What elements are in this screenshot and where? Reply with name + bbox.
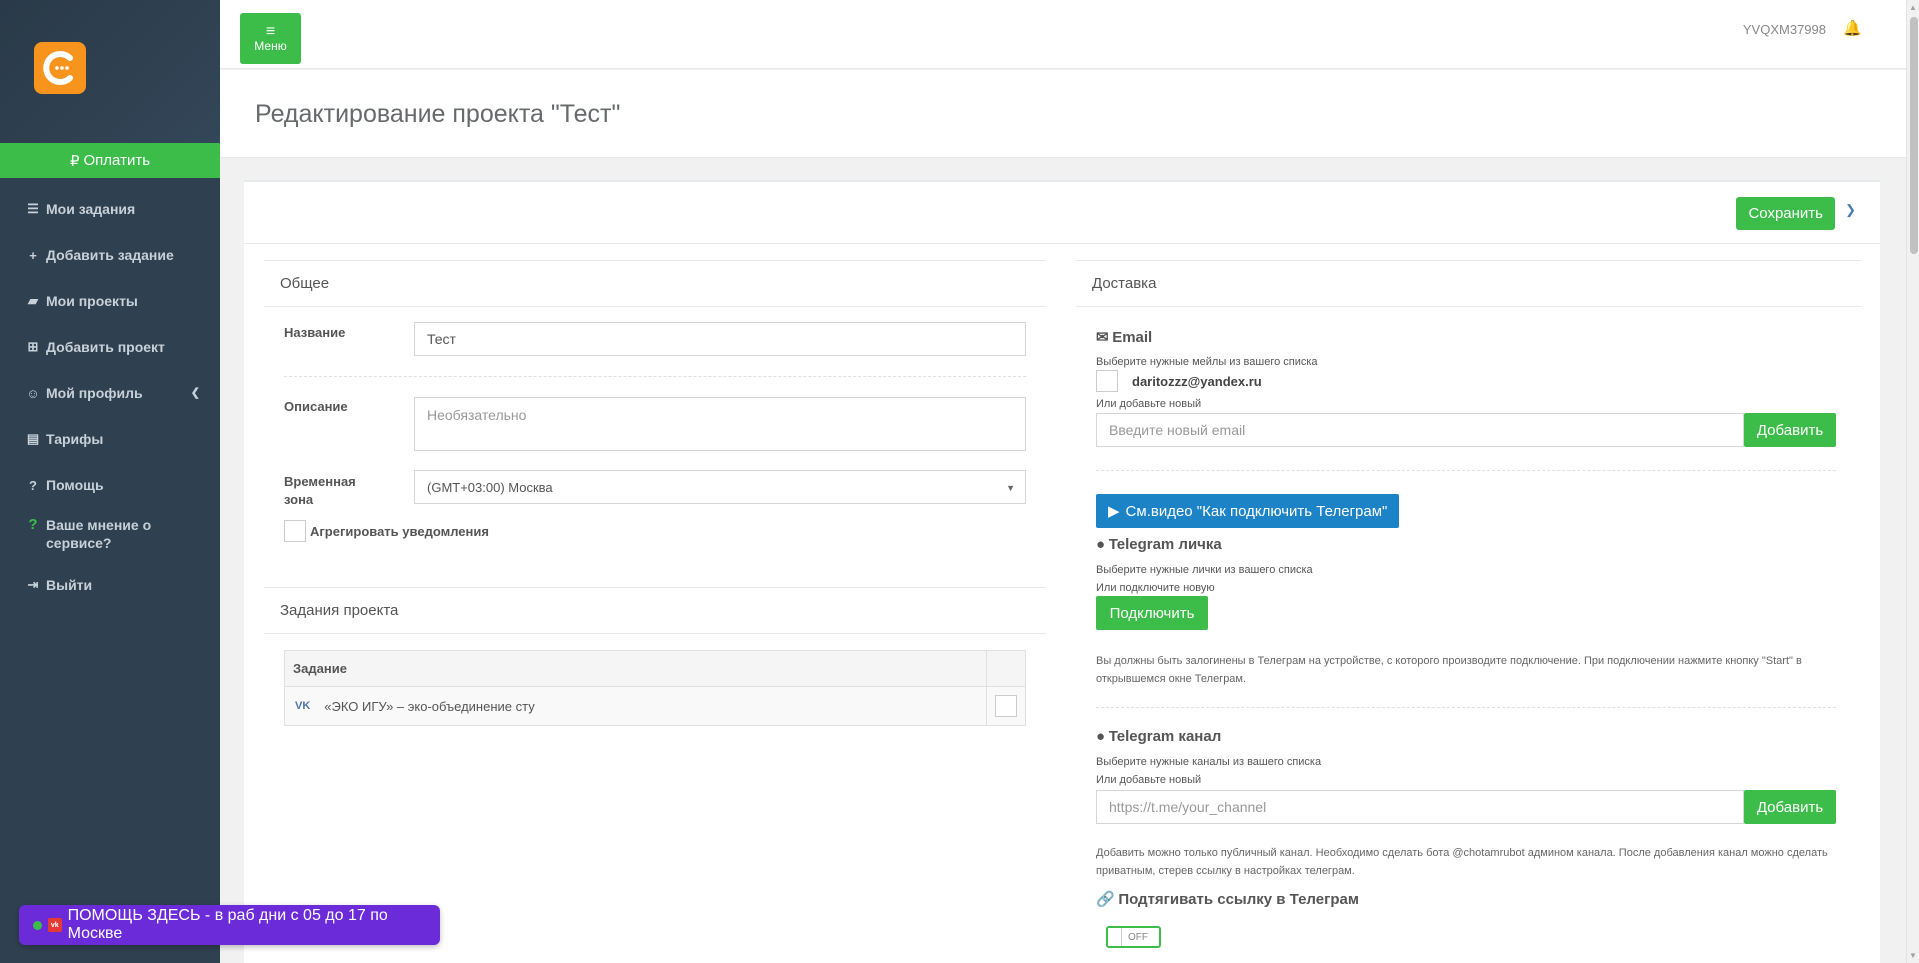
sidebar-item-help[interactable]: ? Помощь: [0, 462, 220, 508]
divider: [1096, 707, 1836, 708]
delivery-heading: Доставка: [1076, 261, 1861, 307]
help-badge[interactable]: vk ПОМОЩЬ ЗДЕСЬ - в раб дни с 05 до 17 п…: [19, 905, 440, 945]
page-title: Редактирование проекта "Тест": [255, 100, 621, 128]
email-input[interactable]: Введите новый email: [1096, 413, 1744, 447]
telegram-channel-hint: Выберите нужные каналы из вашего списка: [1096, 756, 1322, 768]
task-checkbox[interactable]: [995, 695, 1017, 717]
connect-button[interactable]: Подключить: [1096, 596, 1208, 630]
question-icon: ?: [28, 516, 38, 533]
comments-icon: ●: [1096, 728, 1106, 745]
logo[interactable]: [34, 42, 86, 94]
sidebar-item-feedback[interactable]: ? Ваше мнение о сервисе?: [0, 508, 220, 562]
timezone-label: Временная зона: [284, 474, 356, 507]
caret-down-icon: ▼: [1006, 483, 1015, 493]
sidebar-item-my-projects[interactable]: ▰ Мои проекты: [0, 278, 220, 324]
telegram-personal-hint: Выберите нужные лички из вашего списка: [1096, 564, 1313, 576]
name-input[interactable]: Тест: [414, 322, 1026, 356]
top-navbar: ≡ Меню YVQXM37998 🔔: [220, 0, 1906, 69]
card-toolbar: Сохранить ❯: [244, 182, 1880, 244]
name-label: Название: [284, 325, 346, 340]
scroll-thumb[interactable]: [1910, 17, 1918, 254]
sidebar-item-tariffs[interactable]: ▤ Тарифы: [0, 416, 220, 462]
description-label: Описание: [284, 399, 348, 414]
email-checkbox[interactable]: [1096, 370, 1118, 392]
email-hint: Выберите нужные мейлы из вашего списка: [1096, 356, 1318, 368]
telegram-personal-or: Или подключите новую: [1096, 582, 1215, 594]
help-circle-icon: ?: [29, 477, 37, 493]
plus-square-icon: ⊞: [27, 339, 39, 354]
menu-button[interactable]: ≡ Меню: [240, 13, 301, 64]
link-pull-toggle[interactable]: OFF: [1106, 926, 1161, 948]
link-pull-title: 🔗 Подтягивать ссылку в Телеграм: [1096, 891, 1359, 908]
briefcase-icon: ▰: [28, 293, 38, 308]
email-add-row: Введите новый email Добавить: [1096, 413, 1836, 447]
hamburger-icon: ≡: [265, 22, 276, 40]
save-button[interactable]: Сохранить: [1736, 197, 1835, 230]
description-input[interactable]: Необязательно: [414, 397, 1026, 451]
link-icon: 🔗: [1096, 891, 1115, 908]
telegram-channel-note: Добавить можно только публичный канал. Н…: [1096, 847, 1828, 877]
general-section: Общее Название Тест Описание Необязатель…: [264, 260, 1046, 587]
channel-input[interactable]: https://t.me/your_channel: [1096, 790, 1744, 824]
user-icon: ☺: [26, 385, 40, 401]
comment-icon: ●: [1096, 536, 1106, 553]
vk-logo-icon: vk: [47, 918, 62, 932]
timezone-select[interactable]: (GMT+03:00) Москва ▼: [414, 470, 1026, 504]
scroll-up-icon[interactable]: ▲: [1909, 3, 1917, 12]
telegram-personal-note: Вы должны быть залогинены в Телеграм на …: [1096, 655, 1802, 685]
user-id: YVQXM37998: [1742, 22, 1826, 37]
general-heading: Общее: [264, 261, 1046, 307]
list-icon: ☰: [27, 201, 39, 216]
page-scrollbar[interactable]: ▲ ▼: [1906, 0, 1919, 963]
page-heading: Редактирование проекта "Тест": [220, 70, 1906, 158]
telegram-personal-title: ● Telegram личка: [1096, 536, 1222, 553]
email-existing-row: daritozzz@yandex.ru: [1096, 370, 1262, 392]
tasks-table: Задание VK «ЭКО ИГУ» – эко-объединение с…: [284, 650, 1026, 726]
sidebar-header: [0, 0, 220, 143]
envelope-icon: ✉: [1096, 329, 1109, 346]
divider: [284, 376, 1026, 377]
vk-icon: VK: [295, 700, 311, 712]
pay-button[interactable]: ₽ Оплатить: [0, 143, 220, 178]
sidebar-item-my-tasks[interactable]: ☰ Мои задания: [0, 186, 220, 232]
aggregate-checkbox[interactable]: [284, 520, 306, 542]
aggregate-row: Агрегировать уведомления: [284, 520, 489, 542]
general-column: Общее Название Тест Описание Необязатель…: [264, 260, 1046, 754]
delivery-column: Доставка ✉ Email Выберите нужные мейлы и…: [1076, 260, 1861, 948]
ruble-icon: ₽: [69, 152, 80, 170]
project-edit-card: Сохранить ❯ Общее Название Тест Описание…: [244, 180, 1880, 963]
online-dot-icon: [33, 920, 42, 930]
tasks-section: Задания проекта Задание VK «ЭКО ИГУ» – э…: [264, 587, 1046, 754]
bell-icon[interactable]: 🔔: [1843, 19, 1862, 37]
channel-add-row: https://t.me/your_channel Добавить: [1096, 790, 1836, 824]
sidebar-nav: ☰ Мои задания + Добавить задание ▰ Мои прое…: [0, 178, 220, 608]
sidebar: ₽ Оплатить ☰ Мои задания + Добавить задани…: [0, 0, 220, 963]
channel-add-button[interactable]: Добавить: [1744, 790, 1836, 824]
tasks-heading: Задания проекта: [264, 588, 1046, 634]
sidebar-item-my-profile[interactable]: ☺ Мой профиль ❮: [0, 370, 220, 416]
logo-icon: [43, 51, 73, 85]
delivery-section: Доставка: [1076, 260, 1861, 307]
sign-out-icon: ⇥: [27, 577, 39, 592]
email-or-add: Или добавьте новый: [1096, 398, 1202, 410]
table-header: Задание: [285, 651, 1025, 687]
video-camera-icon: ▶: [1108, 503, 1120, 520]
chevron-left-icon: ❮: [190, 387, 200, 399]
email-add-button[interactable]: Добавить: [1744, 413, 1836, 447]
sidebar-item-add-project[interactable]: ⊞ Добавить проект: [0, 324, 220, 370]
telegram-channel-or: Или добавьте новый: [1096, 774, 1202, 786]
plus-icon: +: [29, 247, 37, 263]
sidebar-item-add-task[interactable]: + Добавить задание: [0, 232, 220, 278]
video-button[interactable]: ▶ См.видео "Как подключить Телеграм": [1096, 494, 1400, 528]
telegram-channel-title: ● Telegram канал: [1096, 728, 1222, 745]
email-title: ✉ Email: [1096, 329, 1153, 346]
scroll-down-icon[interactable]: ▼: [1909, 951, 1917, 960]
chevron-up-icon[interactable]: ❯: [1845, 202, 1856, 218]
divider: [1096, 470, 1836, 471]
table-icon: ▤: [26, 431, 40, 446]
table-row: VK «ЭКО ИГУ» – эко-объединение сту: [285, 687, 1025, 725]
sidebar-item-logout[interactable]: ⇥ Выйти: [0, 562, 220, 608]
